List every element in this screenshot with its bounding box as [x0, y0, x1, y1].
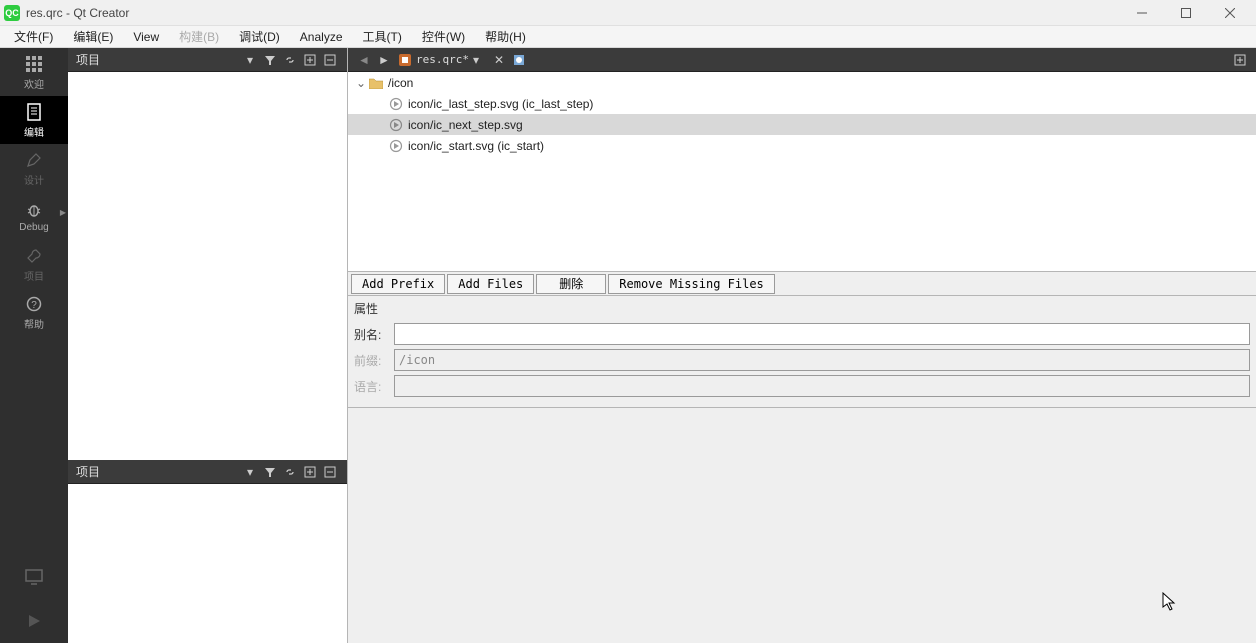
resource-item-icon	[388, 96, 404, 112]
nav-forward-icon[interactable]: ►	[374, 51, 394, 69]
project-pane: 项目 ▾ 项目 ▾	[68, 48, 348, 643]
menu-help[interactable]: 帮助(H)	[475, 26, 536, 48]
mode-projects-label: 项目	[24, 268, 44, 283]
minimize-button[interactable]	[1120, 1, 1164, 25]
monitor-icon	[24, 567, 44, 587]
document-icon	[24, 102, 44, 122]
resource-buttons: Add Prefix Add Files 删除 Remove Missing F…	[348, 272, 1256, 296]
add-prefix-button[interactable]: Add Prefix	[351, 274, 445, 294]
tree-item[interactable]: icon/ic_start.svg (ic_start)	[348, 135, 1256, 156]
chevron-right-icon: ▶	[60, 208, 66, 217]
close-button[interactable]	[1208, 1, 1252, 25]
editor-extra-icon[interactable]	[509, 51, 529, 69]
resource-item-icon	[388, 117, 404, 133]
play-icon	[24, 611, 44, 631]
project-pane-header-bottom: 项目 ▾	[68, 460, 347, 484]
prefix-label: 前缀:	[354, 352, 394, 369]
resource-tree[interactable]: ⌄ /icon icon/ic_last_step.svg (ic_last_s…	[348, 72, 1256, 272]
tree-item[interactable]: icon/ic_next_step.svg	[348, 114, 1256, 135]
mode-projects[interactable]: 项目	[0, 240, 68, 288]
mode-edit[interactable]: 编辑	[0, 96, 68, 144]
project-pane-title-2: 项目	[76, 463, 239, 480]
tree-item[interactable]: icon/ic_last_step.svg (ic_last_step)	[348, 93, 1256, 114]
menu-debug[interactable]: 调试(D)	[229, 26, 290, 48]
tree-item-label: icon/ic_start.svg (ic_start)	[408, 139, 544, 153]
menu-widgets[interactable]: 控件(W)	[412, 26, 475, 48]
window-title: res.qrc - Qt Creator	[26, 6, 1120, 20]
project-tree-area[interactable]	[68, 72, 347, 460]
alias-label: 别名:	[354, 326, 394, 343]
mode-debug-label: Debug	[19, 222, 48, 233]
target-selector[interactable]	[0, 555, 68, 599]
remove-missing-button[interactable]: Remove Missing Files	[608, 274, 775, 294]
prefix-input	[394, 349, 1250, 371]
question-icon: ?	[24, 294, 44, 314]
tree-item-label: icon/ic_last_step.svg (ic_last_step)	[408, 97, 593, 111]
filter-icon[interactable]	[261, 51, 279, 69]
mode-edit-label: 编辑	[24, 124, 44, 139]
menu-build[interactable]: 构建(B)	[169, 26, 229, 48]
split-add-icon[interactable]	[1230, 51, 1250, 69]
nav-back-icon[interactable]: ◄	[354, 51, 374, 69]
svg-text:?: ?	[31, 300, 37, 311]
menu-bar: 文件(F) 编辑(E) View 构建(B) 调试(D) Analyze 工具(…	[0, 26, 1256, 48]
title-bar: QC res.qrc - Qt Creator	[0, 0, 1256, 26]
mode-bar: 欢迎 编辑 设计 Debug ▶ 项目	[0, 48, 68, 643]
split-add-icon[interactable]	[301, 51, 319, 69]
grid-icon	[24, 54, 44, 74]
pencil-icon	[24, 150, 44, 170]
split-add-icon[interactable]	[301, 463, 319, 481]
open-documents-area[interactable]	[68, 484, 347, 643]
menu-file[interactable]: 文件(F)	[4, 26, 63, 48]
close-editor-icon[interactable]: ✕	[489, 51, 509, 69]
qrc-file-icon	[398, 53, 412, 67]
chevron-down-icon[interactable]: ▾	[469, 53, 483, 67]
chevron-down-icon[interactable]: ▾	[241, 51, 259, 69]
menu-analyze[interactable]: Analyze	[290, 26, 353, 48]
chevron-down-icon[interactable]: ▾	[241, 463, 259, 481]
mode-help[interactable]: ? 帮助	[0, 288, 68, 336]
link-icon[interactable]	[281, 463, 299, 481]
delete-button[interactable]: 删除	[536, 274, 606, 294]
properties-panel: 属性 别名: 前缀: 语言:	[348, 296, 1256, 408]
bug-icon	[24, 200, 44, 220]
mode-design[interactable]: 设计	[0, 144, 68, 192]
project-pane-header-top: 项目 ▾	[68, 48, 347, 72]
tree-item-label: icon/ic_next_step.svg	[408, 118, 523, 132]
mode-welcome[interactable]: 欢迎	[0, 48, 68, 96]
split-collapse-icon[interactable]	[321, 463, 339, 481]
mode-help-label: 帮助	[24, 316, 44, 331]
editor-area: ◄ ► res.qrc* ▾ ✕ ⌄ /icon	[348, 48, 1256, 643]
tree-root-label: /icon	[388, 76, 413, 90]
editor-filename[interactable]: res.qrc*	[416, 53, 469, 66]
alias-input[interactable]	[394, 323, 1250, 345]
resource-item-icon	[388, 138, 404, 154]
mode-welcome-label: 欢迎	[24, 76, 44, 91]
link-icon[interactable]	[281, 51, 299, 69]
menu-view[interactable]: View	[123, 26, 169, 48]
properties-header: 属性	[354, 300, 1250, 317]
menu-edit[interactable]: 编辑(E)	[63, 26, 123, 48]
app-logo-icon: QC	[4, 5, 20, 21]
maximize-button[interactable]	[1164, 1, 1208, 25]
tree-root-row[interactable]: ⌄ /icon	[348, 72, 1256, 93]
filter-icon[interactable]	[261, 463, 279, 481]
folder-icon	[368, 75, 384, 91]
wrench-icon	[24, 246, 44, 266]
mode-debug[interactable]: Debug ▶	[0, 192, 68, 240]
window-controls	[1120, 1, 1252, 25]
language-input	[394, 375, 1250, 397]
run-button[interactable]	[0, 599, 68, 643]
editor-lower-area	[348, 408, 1256, 643]
project-pane-title: 项目	[76, 51, 239, 68]
mode-design-label: 设计	[24, 172, 44, 187]
editor-toolbar: ◄ ► res.qrc* ▾ ✕	[348, 48, 1256, 72]
language-label: 语言:	[354, 378, 394, 395]
add-files-button[interactable]: Add Files	[447, 274, 534, 294]
collapse-icon[interactable]: ⌄	[354, 76, 368, 90]
split-collapse-icon[interactable]	[321, 51, 339, 69]
menu-tools[interactable]: 工具(T)	[353, 26, 412, 48]
